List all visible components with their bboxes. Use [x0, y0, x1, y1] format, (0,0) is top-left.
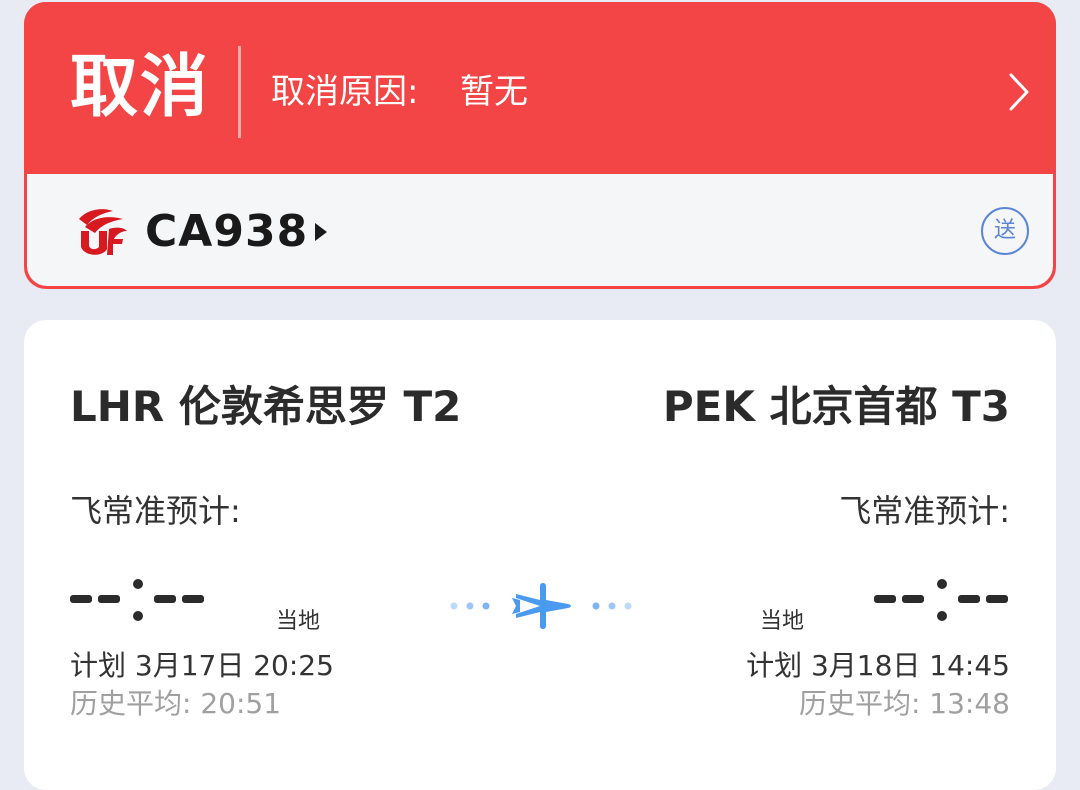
departure-estimate-label: 飞常准预计: — [70, 492, 241, 530]
departure-airport: LHR 伦敦希思罗 T2 — [70, 382, 462, 431]
status-title: 取消 — [70, 48, 211, 127]
arrival-estimate-time — [874, 579, 1008, 621]
flight-number[interactable]: CA938 — [145, 204, 308, 260]
status-divider — [238, 46, 241, 138]
departure-local-tag: 当地 — [276, 609, 321, 634]
arrival-estimate-label: 飞常准预计: — [839, 492, 1010, 530]
cancel-reason-value: 暂无 — [460, 72, 528, 112]
airplane-icon — [450, 583, 632, 629]
arrival-local-tag: 当地 — [760, 609, 805, 634]
departure-history-average: 历史平均: 20:51 — [70, 687, 282, 720]
caret-right-icon[interactable] — [315, 223, 327, 241]
flight-status-card[interactable]: 取消 取消原因: 暂无 CA938 送 — [24, 2, 1056, 289]
route-card: LHR 伦敦希思罗 T2 PEK 北京首都 T3 飞常准预计: 飞常准预计: 当… — [24, 320, 1056, 790]
departure-estimate-time — [70, 579, 204, 621]
chevron-right-icon[interactable] — [1008, 72, 1030, 112]
status-header[interactable]: 取消 取消原因: 暂无 — [24, 2, 1056, 174]
send-badge[interactable]: 送 — [981, 207, 1029, 255]
arrival-history-average: 历史平均: 13:48 — [798, 687, 1010, 720]
arrival-planned-time: 计划 3月18日 14:45 — [746, 649, 1010, 682]
air-china-logo-icon — [79, 209, 127, 255]
arrival-airport: PEK 北京首都 T3 — [662, 382, 1010, 431]
departure-planned-time: 计划 3月17日 20:25 — [70, 649, 334, 682]
cancel-reason-label: 取消原因: — [271, 72, 419, 112]
flight-info-bar: CA938 送 — [27, 174, 1053, 286]
